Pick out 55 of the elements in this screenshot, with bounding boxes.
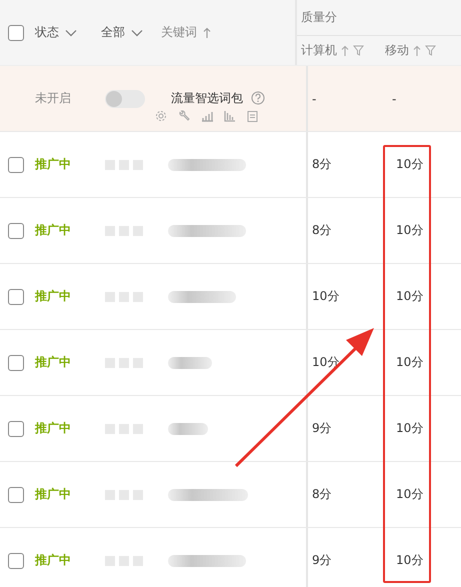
status-label: 推广中	[35, 156, 72, 173]
table-cell-text: 10分	[395, 486, 424, 503]
bar-chart-icon[interactable]	[224, 110, 236, 122]
chevron-down-icon	[131, 28, 143, 36]
row-checkbox[interactable]	[8, 354, 24, 370]
table-cell-text: 9分	[311, 552, 333, 569]
table-cell-text: 10分	[311, 288, 340, 305]
clipboard-icon[interactable]	[247, 110, 258, 122]
table-cell-text: 10分	[395, 288, 424, 305]
filter-icon[interactable]	[425, 45, 436, 56]
column-header[interactable]: 移动	[385, 42, 409, 59]
table-cell-text: 8分	[311, 156, 333, 173]
table-cell-text: 10分	[395, 354, 424, 371]
status-label: 推广中	[35, 354, 72, 371]
table-cell-text: 10分	[395, 420, 424, 437]
blurred-keyword	[168, 290, 236, 302]
status-label: 推广中	[35, 288, 72, 305]
row-checkbox[interactable]	[8, 156, 24, 172]
sort-up-icon[interactable]	[341, 44, 349, 56]
keyword-package-name: 流量智选词包	[171, 90, 243, 106]
column-header[interactable]: 全部	[101, 24, 161, 41]
table-cell-text: -	[391, 92, 398, 106]
table-cell-text: 10分	[395, 552, 424, 569]
table-cell-text: 9分	[311, 420, 333, 437]
row-checkbox[interactable]	[8, 486, 24, 502]
row-checkbox[interactable]	[8, 420, 24, 436]
row-checkbox[interactable]	[8, 222, 24, 238]
chevron-down-icon	[65, 28, 77, 36]
table-cell-text: 10分	[395, 222, 424, 239]
sort-up-icon	[203, 26, 211, 38]
blurred-keyword	[168, 422, 208, 434]
column-header[interactable]: 关键词	[161, 24, 211, 41]
column-header[interactable]: 计算机	[301, 42, 337, 59]
select-all-checkbox[interactable]	[8, 24, 24, 40]
column-group-header: 质量分	[297, 0, 461, 36]
wrench-icon[interactable]	[178, 110, 190, 122]
table-cell-text: 10分	[395, 156, 424, 173]
gear-icon[interactable]	[155, 110, 167, 122]
status-label: 推广中	[35, 420, 72, 437]
table-cell-text: 8分	[311, 486, 333, 503]
status-label: 推广中	[35, 486, 72, 503]
status-label: 未开启	[35, 90, 72, 107]
sort-up-icon[interactable]	[413, 44, 421, 56]
row-checkbox[interactable]	[8, 552, 24, 568]
status-label: 推广中	[35, 222, 72, 239]
toggle-switch[interactable]	[105, 90, 145, 108]
blurred-keyword	[168, 356, 212, 368]
column-header[interactable]: 状态	[35, 24, 101, 41]
row-checkbox[interactable]	[8, 288, 24, 304]
table-cell-text: -	[311, 92, 318, 106]
status-label: 推广中	[35, 552, 72, 569]
help-icon[interactable]	[251, 91, 265, 105]
table-cell-text: 8分	[311, 222, 333, 239]
chart-icon[interactable]	[201, 110, 213, 122]
filter-icon[interactable]	[353, 45, 364, 56]
